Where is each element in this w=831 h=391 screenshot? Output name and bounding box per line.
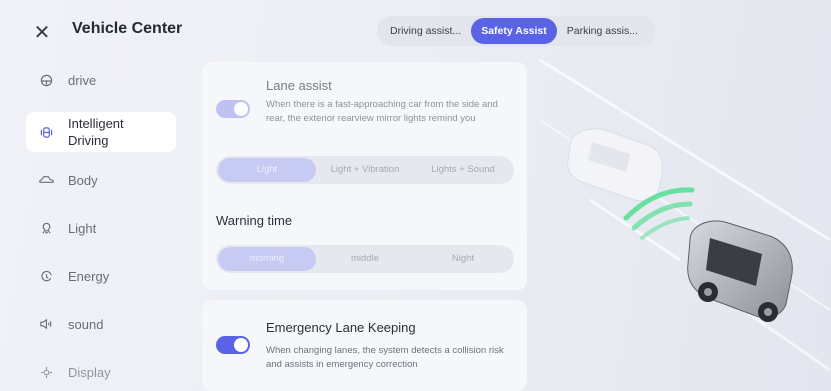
- car-illustration: [530, 50, 831, 391]
- warning-time-label: Warning time: [216, 213, 293, 228]
- sidebar-item-intelligent-driving[interactable]: Intelligent Driving: [26, 112, 176, 152]
- energy-icon: [34, 270, 58, 283]
- sidebar-item-label: Body: [68, 172, 98, 188]
- warning-option-night[interactable]: Night: [414, 247, 512, 271]
- speaker-icon: [34, 318, 58, 330]
- tab-parking-assist[interactable]: Parking assis...: [557, 18, 648, 44]
- sidebar: drive Intelligent Driving Body Light Ene…: [26, 60, 176, 391]
- sidebar-item-label: sound: [68, 316, 104, 332]
- alert-option-lights-sound[interactable]: Lights + Sound: [414, 158, 512, 182]
- emergency-lane-keeping-description: When changing lanes, the system detects …: [266, 345, 504, 370]
- sidebar-item-drive[interactable]: drive: [26, 60, 176, 100]
- sidebar-item-label: Display: [68, 364, 111, 380]
- tab-driving-assist[interactable]: Driving assist...: [380, 18, 471, 44]
- sidebar-item-light[interactable]: Light: [26, 208, 176, 248]
- emergency-lane-keeping-title: Emergency Lane Keeping: [266, 320, 416, 335]
- car-sensor-icon: [34, 126, 58, 139]
- alert-option-light[interactable]: Light: [218, 158, 316, 182]
- sidebar-item-sound[interactable]: sound: [26, 304, 176, 344]
- lane-assist-alert-selector: Light Light + Vibration Lights + Sound: [216, 156, 514, 184]
- alert-option-light-vibration[interactable]: Light + Vibration: [316, 158, 414, 182]
- warning-option-middle[interactable]: middle: [316, 247, 414, 271]
- sidebar-item-display[interactable]: Display: [26, 352, 176, 391]
- sidebar-item-body[interactable]: Body: [26, 160, 176, 200]
- car-body-icon: [34, 174, 58, 186]
- sidebar-item-label: Intelligent Driving: [68, 116, 124, 148]
- light-bulb-icon: [34, 222, 58, 235]
- warning-time-selector: morning middle Night: [216, 245, 514, 273]
- emergency-lane-keeping-toggle[interactable]: [216, 336, 250, 354]
- sidebar-item-energy[interactable]: Energy: [26, 256, 176, 296]
- sidebar-item-label: Light: [68, 220, 97, 236]
- lane-assist-card: Lane assist When there is a fast-approac…: [202, 62, 527, 290]
- lane-assist-toggle[interactable]: [216, 100, 250, 118]
- page-title: Vehicle Center: [72, 20, 183, 37]
- emergency-lane-keeping-card: Emergency Lane Keeping When changing lan…: [202, 300, 527, 391]
- display-icon: [34, 366, 58, 379]
- sidebar-item-label: drive: [68, 72, 97, 88]
- tab-safety-assist[interactable]: Safety Assist: [471, 18, 557, 44]
- sidebar-item-label: Energy: [68, 268, 110, 284]
- warning-option-morning[interactable]: morning: [218, 247, 316, 271]
- tab-bar: Driving assist... Safety Assist Parking …: [377, 16, 655, 46]
- lane-assist-description: When there is a fast-approaching car fro…: [266, 99, 498, 124]
- steering-wheel-icon: [34, 74, 58, 87]
- lane-assist-title: Lane assist: [266, 78, 332, 93]
- close-icon[interactable]: ✕: [28, 18, 56, 46]
